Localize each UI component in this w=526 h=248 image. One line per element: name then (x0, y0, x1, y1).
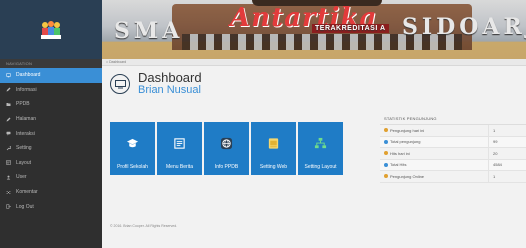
breadcrumb: ⌂ Dashboard (102, 59, 526, 66)
visitor-icon (384, 151, 388, 156)
tile-profil-sekolah[interactable]: Profil Sekolah (110, 122, 155, 175)
statistics-value: 99 (488, 136, 526, 147)
shortcut-tiles: Profil Sekolah Menu Berita Info PPDB Settin… (110, 122, 343, 175)
statistics-value: 1 (488, 125, 526, 136)
sidebar-item-interaksi[interactable]: Interaksi (0, 126, 102, 141)
sidebar-item-user[interactable]: User (0, 170, 102, 185)
news-icon (173, 137, 186, 150)
sidebar-item-label: Informasi (16, 86, 37, 93)
breadcrumb-current[interactable]: Dashboard (109, 60, 126, 64)
sidebar-item-log-out[interactable]: Log Out (0, 199, 102, 214)
sidebar-item-halaman[interactable]: Halaman (0, 112, 102, 127)
statistics-title: STATISTIK PENGUNJUNG (380, 116, 526, 125)
sidebar-item-ppdb[interactable]: PPDB (0, 97, 102, 112)
folder-icon (6, 102, 11, 107)
pencil-icon (6, 117, 11, 122)
sidebar-item-layout[interactable]: Layout (0, 156, 102, 171)
page-header: Dashboard Brian Nusual (110, 66, 202, 102)
sidebar-item-label: Layout (16, 159, 32, 166)
statistics-label-cell: Total Hits (380, 162, 488, 167)
tile-setting-layout[interactable]: Setting Layout (298, 122, 343, 175)
sidebar-item-label: Log Out (16, 203, 34, 210)
sidebar-item-label: Interaksi (16, 130, 35, 137)
sidebar-item-label: PPDB (16, 101, 30, 108)
tile-label: Setting Layout (304, 164, 337, 170)
visitor-icon (384, 128, 388, 133)
statistics-row: Pengunjung Online 1 (380, 171, 526, 183)
tile-label: Menu Berita (166, 164, 193, 170)
sidebar-item-komentar[interactable]: Komentar (0, 185, 102, 200)
statistics-value: 20 (488, 148, 526, 159)
sidebar-item-label: Halaman (16, 116, 37, 123)
statistics-value: 4584 (488, 159, 526, 170)
chat-icon (6, 131, 11, 136)
logout-icon (6, 204, 11, 209)
sitemap-icon (314, 137, 327, 150)
statistics-label: Total Hits (390, 162, 407, 168)
sidebar-item-setting[interactable]: Setting (0, 141, 102, 156)
footer-copyright: © 2016. Brian Cooper. All Rights Reserve… (110, 224, 178, 228)
pencil-icon (6, 87, 11, 92)
graduation-cap-icon (126, 137, 139, 150)
banner-sma-text: SMA (114, 18, 184, 44)
wrench-icon (6, 145, 11, 151)
school-banner: SMA Antartika TERAKREDITASI A SIDOARJO (102, 0, 526, 59)
statistics-label: Total pengunjung (390, 139, 421, 145)
visitor-icon (384, 139, 388, 144)
statistics-table: Pengunjung hari ini 1 Total pengunjung 99 Hi… (380, 125, 526, 183)
statistics-label: Pengunjung hari ini (390, 127, 425, 133)
banner-terakreditasi-text: TERAKREDITASI A (312, 24, 389, 33)
tile-info-ppdb[interactable]: Info PPDB (204, 122, 249, 175)
statistics-label: Hits hari ini (390, 150, 410, 156)
statistics-label: Pengunjung Online (390, 173, 425, 179)
sidebar-item-label: Dashboard (16, 72, 41, 79)
sidebar-logo[interactable] (0, 0, 102, 59)
visitor-icon (384, 174, 388, 179)
statistics-label-cell: Pengunjung Online (380, 174, 488, 179)
browser-icon (267, 137, 280, 150)
globe-icon (220, 137, 233, 150)
statistics-value: 1 (488, 171, 526, 182)
sidebar: NAVIGATION Dashboard Informasi PPDB Halaman… (0, 0, 102, 248)
monitor-icon (6, 73, 11, 78)
statistics-label-cell: Pengunjung hari ini (380, 128, 488, 133)
school-logo-icon (40, 20, 62, 40)
tile-label: Info PPDB (214, 164, 239, 170)
tile-label: Setting Web (259, 164, 288, 170)
statistics-row: Hits hari ini 20 (380, 148, 526, 160)
sidebar-item-label: User (16, 174, 27, 181)
sidebar-nav: Dashboard Informasi PPDB Halaman Interaksi Se… (0, 68, 102, 214)
statistics-label-cell: Total pengunjung (380, 139, 488, 144)
sidebar-item-label: Setting (16, 145, 32, 152)
tile-setting-web[interactable]: Setting Web (251, 122, 296, 175)
tile-menu-berita[interactable]: Menu Berita (157, 122, 202, 175)
statistics-row: Total pengunjung 99 (380, 136, 526, 148)
visitor-statistics: STATISTIK PENGUNJUNG Pengunjung hari ini… (380, 116, 526, 183)
banner-sidoarjo-text: SIDOARJO (402, 14, 526, 40)
user-icon (6, 175, 11, 180)
monitor-icon (110, 74, 130, 94)
layout-icon (6, 160, 11, 166)
sidebar-item-label: Komentar (16, 189, 38, 196)
sidebar-heading: NAVIGATION (0, 59, 102, 68)
sidebar-item-dashboard[interactable]: Dashboard (0, 68, 102, 83)
tile-label: Profil Sekolah (117, 164, 148, 170)
statistics-row: Pengunjung hari ini 1 (380, 125, 526, 137)
visitor-icon (384, 162, 388, 167)
sidebar-item-informasi[interactable]: Informasi (0, 83, 102, 98)
statistics-label-cell: Hits hari ini (380, 151, 488, 156)
page-subtitle: Brian Nusual (138, 84, 201, 96)
shuffle-icon (6, 190, 11, 195)
page-title: Dashboard (138, 70, 202, 85)
statistics-row: Total Hits 4584 (380, 159, 526, 171)
